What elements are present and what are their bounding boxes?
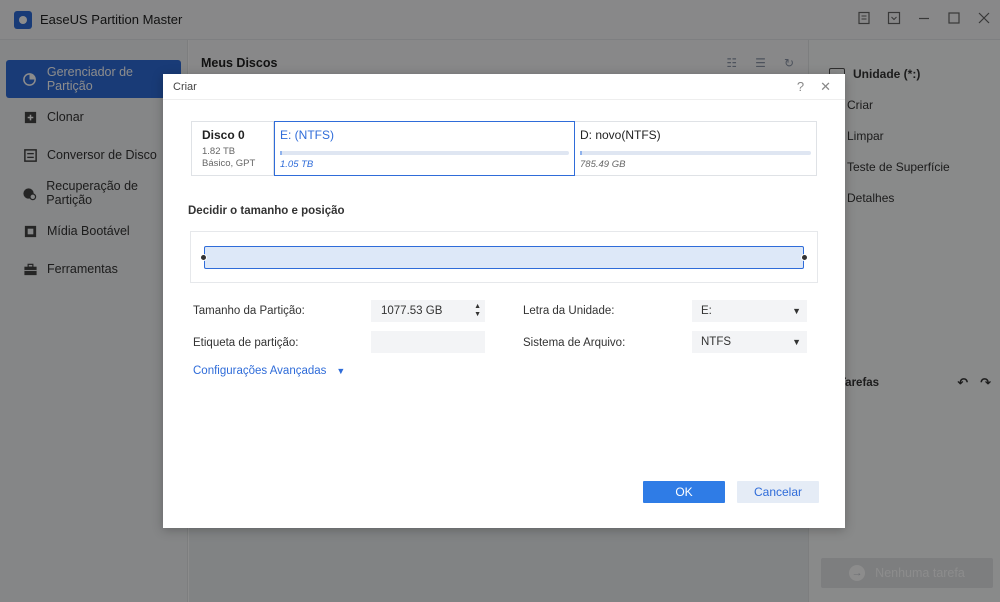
advanced-settings-link[interactable]: Configurações Avançadas ▼ (193, 365, 345, 377)
dropdown-arrow-icon: ▼ (792, 337, 801, 347)
partition-size: 785.49 GB (580, 159, 626, 170)
partition-size: 1.05 TB (280, 159, 314, 170)
create-dialog: Criar ? ✕ Disco 0 1.82 TB Básico, GPT E:… (163, 74, 845, 528)
cancel-button[interactable]: Cancelar (737, 481, 819, 503)
partition-label-input[interactable] (371, 331, 485, 353)
partition-size-value: 1077.53 GB (381, 305, 443, 317)
file-system-select[interactable]: NTFS ▼ (692, 331, 807, 353)
expand-triangle-icon: ▼ (336, 366, 346, 376)
dialog-title: Criar (173, 80, 197, 93)
partition-d[interactable]: D: novo(NTFS) 785.49 GB (575, 122, 816, 175)
drive-letter-select[interactable]: E: ▼ (692, 300, 807, 322)
drive-letter-label: Letra da Unidade: (523, 305, 615, 317)
ok-button[interactable]: OK (643, 481, 725, 503)
advanced-settings-label: Configurações Avançadas (193, 365, 327, 377)
slider-right-handle[interactable] (801, 254, 808, 261)
partition-name: E: (NTFS) (280, 128, 334, 142)
disk-size: 1.82 TB (202, 146, 236, 157)
size-position-slider-box (190, 231, 818, 283)
drive-letter-value: E: (701, 305, 712, 317)
partition-size-label: Tamanho da Partição: (193, 305, 305, 317)
disk-type: Básico, GPT (202, 158, 256, 169)
spinner-icon[interactable]: ▲ ▼ (474, 303, 481, 319)
section-title: Decidir o tamanho e posição (188, 205, 345, 217)
disk-map: Disco 0 1.82 TB Básico, GPT E: (NTFS) 1.… (191, 121, 817, 176)
file-system-label: Sistema de Arquivo: (523, 337, 626, 349)
dialog-close-icon[interactable]: ✕ (820, 79, 831, 95)
slider-left-handle[interactable] (200, 254, 207, 261)
file-system-value: NTFS (701, 336, 732, 348)
partition-size-input[interactable]: 1077.53 GB ▲ ▼ (371, 300, 485, 322)
disk-name: Disco 0 (202, 128, 245, 142)
partition-usage-bar (280, 151, 569, 155)
dialog-titlebar: Criar (163, 74, 845, 100)
partition-label-label: Etiqueta de partição: (193, 337, 299, 349)
partition-usage-bar (580, 151, 811, 155)
disk-info: Disco 0 1.82 TB Básico, GPT (192, 122, 274, 175)
dialog-controls: ? ✕ (797, 79, 831, 95)
help-icon[interactable]: ? (797, 79, 804, 95)
partition-e[interactable]: E: (NTFS) 1.05 TB (274, 121, 575, 176)
partition-size-slider[interactable] (200, 246, 808, 269)
partition-name: D: novo(NTFS) (580, 128, 661, 142)
dropdown-arrow-icon: ▼ (792, 306, 801, 316)
